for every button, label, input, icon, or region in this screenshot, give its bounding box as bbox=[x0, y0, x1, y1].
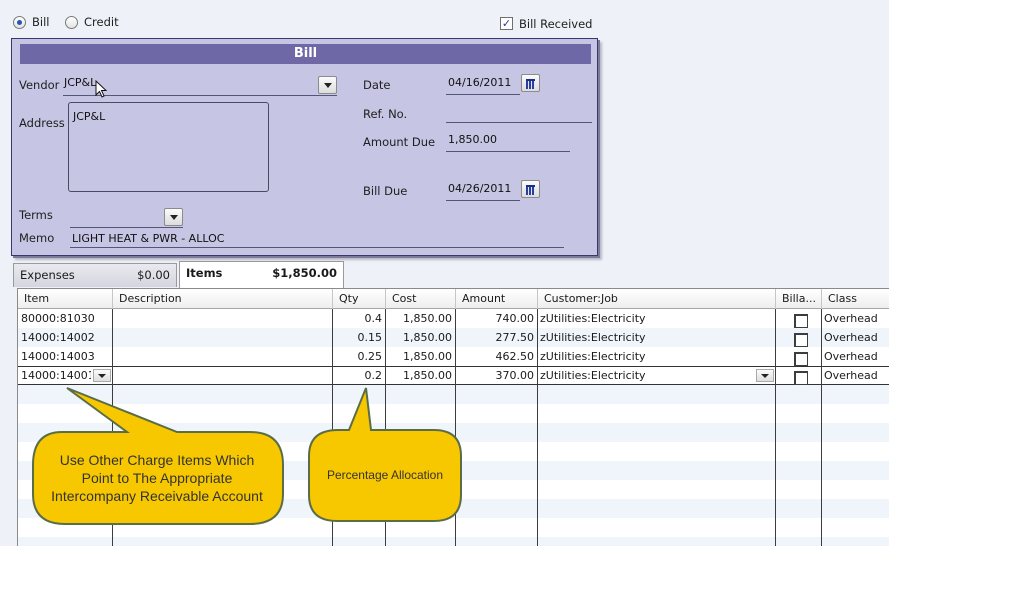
left-callout-text: Use Other Charge Items Which Point to Th… bbox=[51, 452, 263, 504]
callout-shapes bbox=[32, 387, 462, 525]
right-callout-text: Percentage Allocation bbox=[326, 468, 444, 482]
